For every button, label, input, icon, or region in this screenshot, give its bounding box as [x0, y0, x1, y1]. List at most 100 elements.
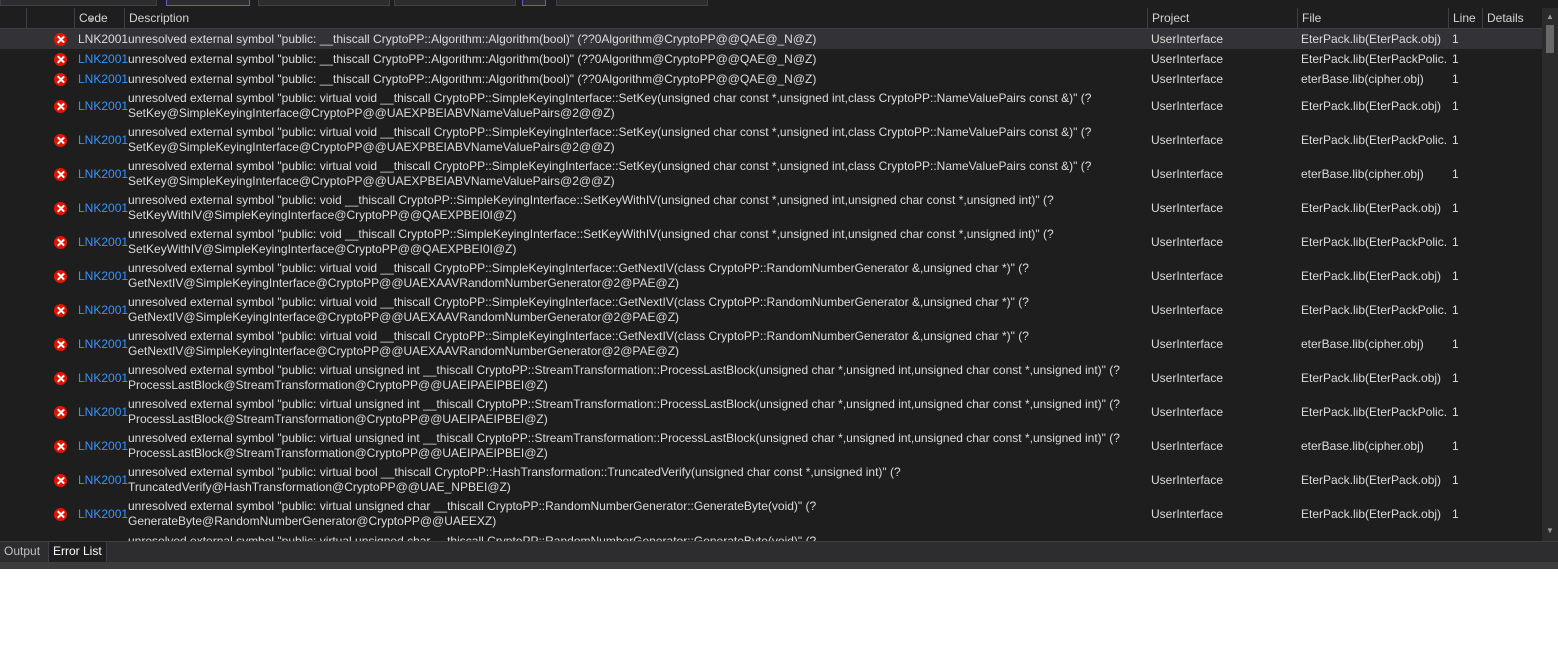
error-description: unresolved external symbol "public: __th… — [128, 32, 817, 46]
header-project[interactable]: Project — [1147, 8, 1297, 28]
error-description: unresolved external symbol "public: virt… — [128, 499, 817, 528]
tab-output[interactable]: Output — [0, 542, 44, 562]
error-code-link[interactable]: LNK2001 — [78, 303, 128, 317]
header-details[interactable]: Details — [1482, 8, 1542, 28]
toolbar-errors-filter-button[interactable] — [166, 0, 250, 6]
header-description[interactable]: Description — [124, 8, 1147, 28]
error-circle-icon — [54, 338, 67, 351]
error-description: unresolved external symbol "public: __th… — [128, 52, 817, 66]
error-circle-icon — [54, 474, 67, 487]
scrollbar-thumb[interactable] — [1546, 25, 1554, 53]
table-row[interactable]: LNK2001 unresolved external symbol "publi… — [0, 49, 1542, 69]
error-code-link[interactable]: LNK2001 — [78, 235, 128, 249]
error-list-rows: LNK2001 unresolved external symbol "publi… — [0, 29, 1542, 541]
error-line: 1 — [1452, 32, 1459, 46]
error-code-link[interactable]: LNK2001 — [78, 201, 128, 215]
error-line: 1 — [1452, 439, 1459, 453]
status-divider — [0, 562, 1558, 569]
table-row[interactable]: LNK2001 unresolved external symbol "publi… — [0, 259, 1542, 293]
table-row[interactable]: LNK2001 unresolved external symbol "publi… — [0, 327, 1542, 361]
error-line: 1 — [1452, 167, 1459, 181]
error-project: UserInterface — [1151, 473, 1224, 487]
table-row[interactable]: LNK2001 unresolved external symbol "publi… — [0, 497, 1542, 531]
header-file[interactable]: File — [1297, 8, 1448, 28]
table-row[interactable]: LNK2001 unresolved external symbol "publi… — [0, 123, 1542, 157]
error-code-link[interactable]: LNK2001 — [78, 405, 128, 419]
error-line: 1 — [1452, 72, 1459, 86]
error-circle-icon — [54, 406, 67, 419]
error-code-link[interactable]: LNK2001 — [78, 337, 128, 351]
header-line[interactable]: Line — [1448, 8, 1482, 28]
tab-error-list[interactable]: Error List — [48, 542, 107, 562]
error-project: UserInterface — [1151, 337, 1224, 351]
error-file: EterPack.lib(EterPack.obj) — [1301, 201, 1442, 215]
error-code-link[interactable]: LNK2001 — [78, 32, 128, 46]
table-row[interactable]: LNK2001 unresolved external symbol "publi… — [0, 293, 1542, 327]
error-description: unresolved external symbol "public: virt… — [128, 91, 1092, 120]
error-description: unresolved external symbol "public: virt… — [128, 431, 1120, 460]
error-description: unresolved external symbol "public: __th… — [128, 72, 817, 86]
error-circle-icon — [54, 100, 67, 113]
error-file: eterBase.lib(cipher.obj) — [1301, 337, 1424, 351]
table-row[interactable]: LNK2001 unresolved external symbol "publi… — [0, 225, 1542, 259]
toolbar-search-input[interactable] — [556, 0, 708, 6]
error-description: unresolved external symbol "public: virt… — [128, 465, 901, 494]
error-code-link[interactable]: LNK2001 — [78, 371, 128, 385]
table-row[interactable]: LNK2001 unresolved external symbol "publi… — [0, 429, 1542, 463]
toolbar-build-intellisense-button[interactable] — [522, 0, 546, 6]
table-row[interactable]: LNK2001 unresolved external symbol "publi… — [0, 395, 1542, 429]
error-circle-icon — [54, 304, 67, 317]
scroll-down-icon[interactable]: ▼ — [1546, 526, 1554, 535]
header-blank — [0, 8, 26, 28]
error-line: 1 — [1452, 99, 1459, 113]
error-project: UserInterface — [1151, 52, 1224, 66]
toolbar-strip — [0, 0, 1558, 7]
header-icon-column[interactable]: ▾ — [26, 8, 93, 28]
table-row[interactable]: LNK2001 unresolved external symbol "publi… — [0, 69, 1542, 89]
header-code[interactable]: Code — [74, 8, 124, 28]
error-description: unresolved external symbol "public: virt… — [128, 534, 817, 541]
error-description: unresolved external symbol "public: virt… — [128, 261, 1029, 290]
error-circle-icon — [54, 168, 67, 181]
error-circle-icon — [54, 73, 67, 86]
error-file: EterPack.lib(EterPackPolic... — [1301, 405, 1446, 419]
error-code-link[interactable]: LNK2001 — [78, 269, 128, 283]
error-list-panel: ▾ Code Description Project File Line Det… — [0, 0, 1558, 565]
error-line: 1 — [1452, 235, 1459, 249]
error-code-link[interactable]: LNK2001 — [78, 99, 128, 113]
error-circle-icon — [54, 270, 67, 283]
error-file: EterPack.lib(EterPackPolic... — [1301, 235, 1446, 249]
column-header-row: ▾ Code Description Project File Line Det… — [0, 8, 1542, 29]
error-code-link[interactable]: LNK2001 — [78, 133, 128, 147]
error-line: 1 — [1452, 52, 1459, 66]
error-line: 1 — [1452, 303, 1459, 317]
error-file: EterPack.lib(EterPack.obj) — [1301, 473, 1442, 487]
toolbar-messages-filter-button[interactable] — [394, 0, 516, 6]
error-code-link[interactable]: LNK2001 — [78, 167, 128, 181]
table-row[interactable]: LNK2001 unresolved external symbol "publi… — [0, 361, 1542, 395]
error-code-link[interactable]: LNK2001 — [78, 439, 128, 453]
table-row[interactable]: LNK2001 unresolved external symbol "publi… — [0, 89, 1542, 123]
table-row[interactable]: LNK2001 unresolved external symbol "publi… — [0, 463, 1542, 497]
error-code-link[interactable]: LNK2001 — [78, 507, 128, 521]
toolbar-dropdown[interactable] — [0, 0, 157, 6]
error-code-link[interactable]: LNK2001 — [78, 473, 128, 487]
error-line: 1 — [1452, 201, 1459, 215]
vertical-scrollbar[interactable]: ▲ ▼ — [1542, 8, 1558, 541]
table-row[interactable]: LNK2001 unresolved external symbol "publi… — [0, 157, 1542, 191]
error-code-link[interactable]: LNK2001 — [78, 72, 128, 86]
bottom-tab-bar: Output Error List — [0, 541, 1558, 562]
error-project: UserInterface — [1151, 133, 1224, 147]
error-project: UserInterface — [1151, 439, 1224, 453]
table-row[interactable]: LNK2001 unresolved external symbol "publi… — [0, 29, 1542, 49]
error-circle-icon — [54, 53, 67, 66]
table-row[interactable]: LNK2001 unresolved external symbol "publi… — [0, 191, 1542, 225]
toolbar-warnings-filter-button[interactable] — [258, 0, 390, 6]
error-code-link[interactable]: LNK2001 — [78, 52, 128, 66]
error-project: UserInterface — [1151, 99, 1224, 113]
scroll-up-icon[interactable]: ▲ — [1546, 12, 1554, 21]
error-file: EterPack.lib(EterPack.obj) — [1301, 371, 1442, 385]
table-row[interactable]: unresolved external symbol "public: virt… — [0, 531, 1542, 541]
error-project: UserInterface — [1151, 167, 1224, 181]
error-description: unresolved external symbol "public: virt… — [128, 397, 1120, 426]
